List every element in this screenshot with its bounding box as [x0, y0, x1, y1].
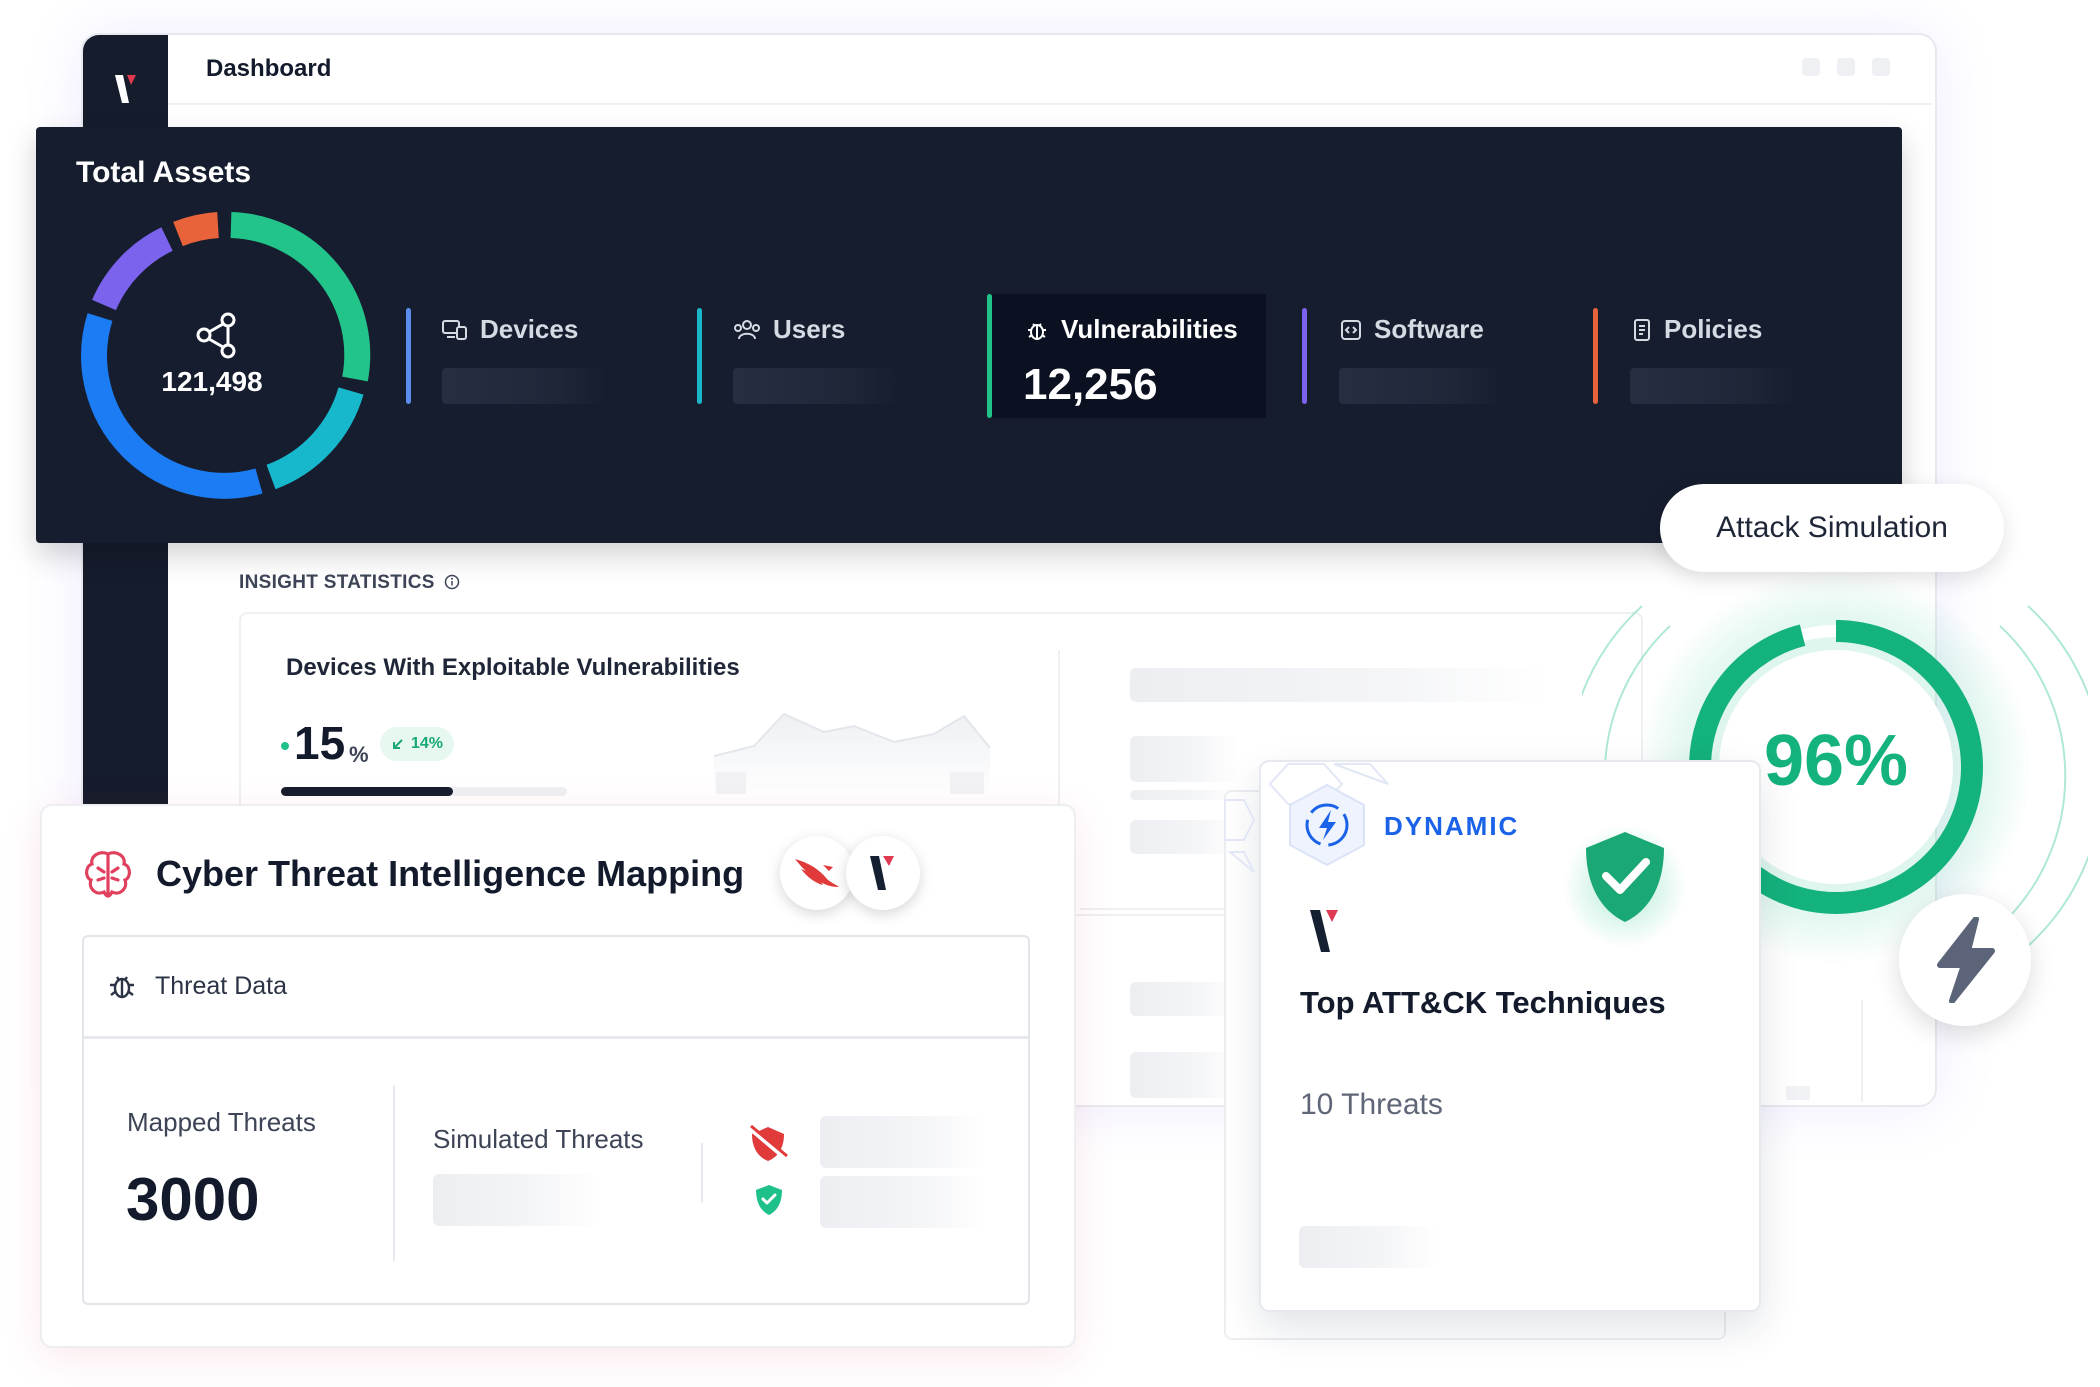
dynamic-badge: DYNAMIC — [1384, 811, 1520, 841]
stat-users-label: Users — [773, 314, 846, 344]
total-assets-title: Total Assets — [76, 156, 252, 189]
shield-check-icon — [1563, 824, 1687, 948]
info-icon[interactable] — [444, 574, 460, 590]
devices-icon — [442, 319, 467, 340]
mapped-threats-label: Mapped Threats — [127, 1107, 316, 1137]
total-assets-value: 121,498 — [161, 366, 263, 397]
dynamic-card-title: Top ATT&CK Techniques — [1300, 985, 1666, 1020]
page-title: Dashboard — [206, 55, 332, 82]
users-accent-bar — [697, 308, 702, 404]
stat-devices-label: Devices — [480, 314, 579, 344]
brain-icon — [85, 851, 131, 898]
policies-accent-bar — [1593, 308, 1598, 404]
assets-donut-chart — [81, 212, 371, 499]
bug-icon — [110, 976, 134, 999]
document-icon — [1634, 318, 1650, 341]
users-icon — [734, 319, 760, 339]
falcon-icon — [795, 859, 839, 887]
stat-vulnerabilities[interactable]: Vulnerabilities — [1025, 314, 1238, 345]
trend-badge: 14% — [380, 727, 454, 761]
topbar-divider — [168, 103, 1932, 105]
stat-vulnerabilities-label: Vulnerabilities — [1061, 314, 1238, 344]
donut-segment-orange — [173, 212, 220, 247]
donut-segment-purple — [92, 227, 173, 311]
simulated-threats-label: Simulated Threats — [433, 1124, 644, 1154]
stat-policies[interactable]: Policies — [1632, 314, 1762, 345]
bug-icon — [1028, 322, 1046, 340]
trend-dot — [281, 742, 289, 750]
donut-segment-teal — [266, 387, 364, 490]
shield-check-icon — [756, 1185, 782, 1215]
crowdstrike-logo — [780, 836, 854, 910]
cti-title: Cyber Threat Intelligence Mapping — [156, 853, 745, 894]
insight-statistics-label: INSIGHT STATISTICS — [239, 572, 435, 593]
policies-value-placeholder — [1630, 368, 1796, 404]
threat-column-divider — [393, 1085, 395, 1261]
insight-statistics-heading: INSIGHT STATISTICS — [239, 572, 460, 594]
dynamic-card-threats: 10 Threats — [1300, 1088, 1443, 1121]
threat-data-label: Threat Data — [155, 972, 288, 1000]
brand-logo-icon[interactable] — [109, 69, 143, 109]
nodes-icon — [196, 312, 236, 359]
brand-logo-icon — [870, 856, 894, 890]
brand-logo-icon — [1310, 910, 1338, 952]
attack-simulation-button[interactable]: Attack Simulation — [1660, 484, 2004, 572]
stat-policies-label: Policies — [1664, 314, 1763, 344]
simulated-threats-placeholder — [433, 1174, 599, 1226]
stat-software[interactable]: Software — [1340, 314, 1484, 345]
dynamic-placeholder — [1299, 1226, 1439, 1268]
shield-blocked-icon — [747, 1124, 789, 1162]
code-icon — [1341, 319, 1361, 340]
attack-simulation-label: Attack Simulation — [1716, 511, 1948, 544]
bolt-button[interactable] — [1899, 894, 2031, 1026]
devices-exploitable-value: 15 — [294, 717, 346, 769]
sparkline-decoration — [714, 712, 990, 796]
mapped-threats-value: 3000 — [126, 1166, 260, 1233]
insight-col-divider — [1861, 1000, 1863, 1102]
trend-value: 14% — [410, 735, 444, 752]
software-value-placeholder — [1339, 368, 1505, 404]
insight-placeholder — [1130, 668, 1550, 702]
donut-segment-blue — [81, 313, 263, 499]
devices-progress-fill — [281, 787, 453, 796]
users-value-placeholder — [733, 368, 899, 404]
stat-users[interactable]: Users — [733, 314, 845, 345]
threat-placeholder — [820, 1116, 986, 1168]
threat-placeholder — [820, 1176, 986, 1228]
stat-devices[interactable]: Devices — [442, 314, 578, 345]
stat-software-label: Software — [1374, 314, 1484, 344]
devices-accent-bar — [406, 308, 411, 404]
arrow-down-left-icon — [392, 739, 403, 749]
software-accent-bar — [1302, 308, 1307, 404]
window-control-dot[interactable] — [1837, 58, 1855, 76]
bolt-icon — [1937, 917, 1995, 1003]
vendor-logo — [846, 836, 920, 910]
dynamic-bolt-icon — [1289, 783, 1365, 867]
devices-exploitable-title: Devices With Exploitable Vulnerabilities — [286, 654, 740, 681]
threat-column-divider — [701, 1143, 703, 1203]
insight-placeholder — [1786, 1086, 1810, 1100]
donut-segment-green — [230, 212, 371, 382]
devices-value-placeholder — [442, 368, 608, 404]
vulnerabilities-accent-bar — [987, 294, 992, 418]
devices-exploitable-unit: % — [349, 742, 369, 767]
window-control-dot[interactable] — [1802, 58, 1820, 76]
vulnerabilities-value: 12,256 — [1023, 360, 1158, 409]
window-control-dot[interactable] — [1872, 58, 1890, 76]
threat-data-header-divider — [84, 1036, 1028, 1039]
